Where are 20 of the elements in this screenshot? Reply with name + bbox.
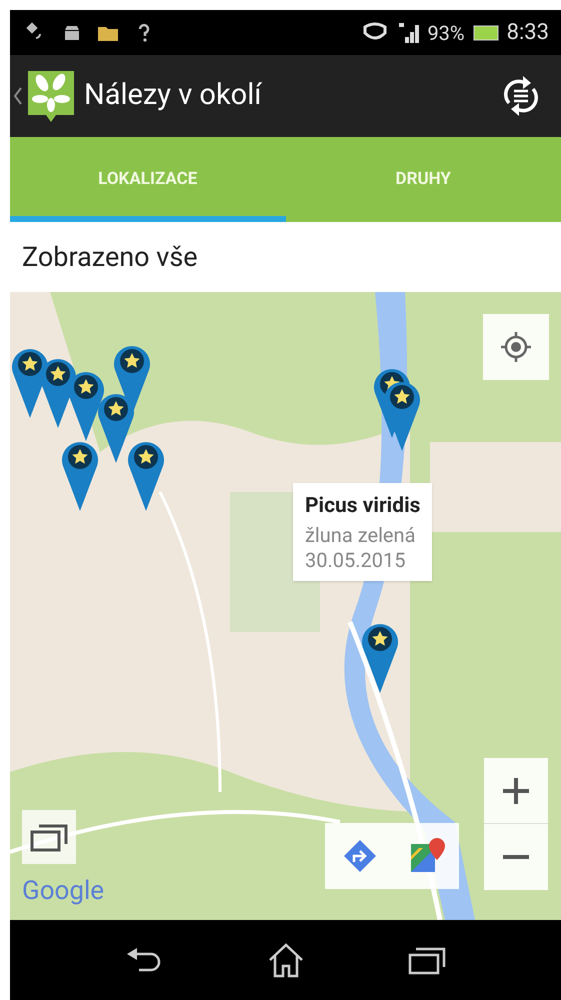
species-latin-name: Picus viridis bbox=[305, 493, 420, 520]
clock: 8:33 bbox=[506, 19, 549, 47]
filter-label: Zobrazeno vše bbox=[22, 240, 198, 275]
google-attribution: Google bbox=[22, 875, 104, 908]
species-common-name: žluna zelená bbox=[305, 522, 416, 548]
map-layers-button[interactable] bbox=[22, 810, 76, 864]
my-location-button[interactable] bbox=[483, 314, 549, 380]
directions-icon bbox=[342, 838, 378, 874]
back-caret-icon bbox=[14, 87, 22, 105]
app-title: Nálezy v okolí bbox=[84, 77, 262, 114]
battery-icon bbox=[472, 24, 499, 40]
crosshair-icon bbox=[499, 330, 533, 364]
back-button[interactable] bbox=[14, 69, 76, 123]
leaf-logo-icon bbox=[26, 69, 76, 123]
sync-list-icon bbox=[501, 73, 541, 119]
battery-percent: 93% bbox=[427, 20, 465, 46]
finding-date: 30.05.2015 bbox=[305, 548, 406, 572]
info-window[interactable]: Picus viridis žluna zelená 30.05.2015 bbox=[293, 483, 432, 580]
minus-icon bbox=[501, 854, 531, 860]
plus-icon bbox=[501, 776, 531, 806]
